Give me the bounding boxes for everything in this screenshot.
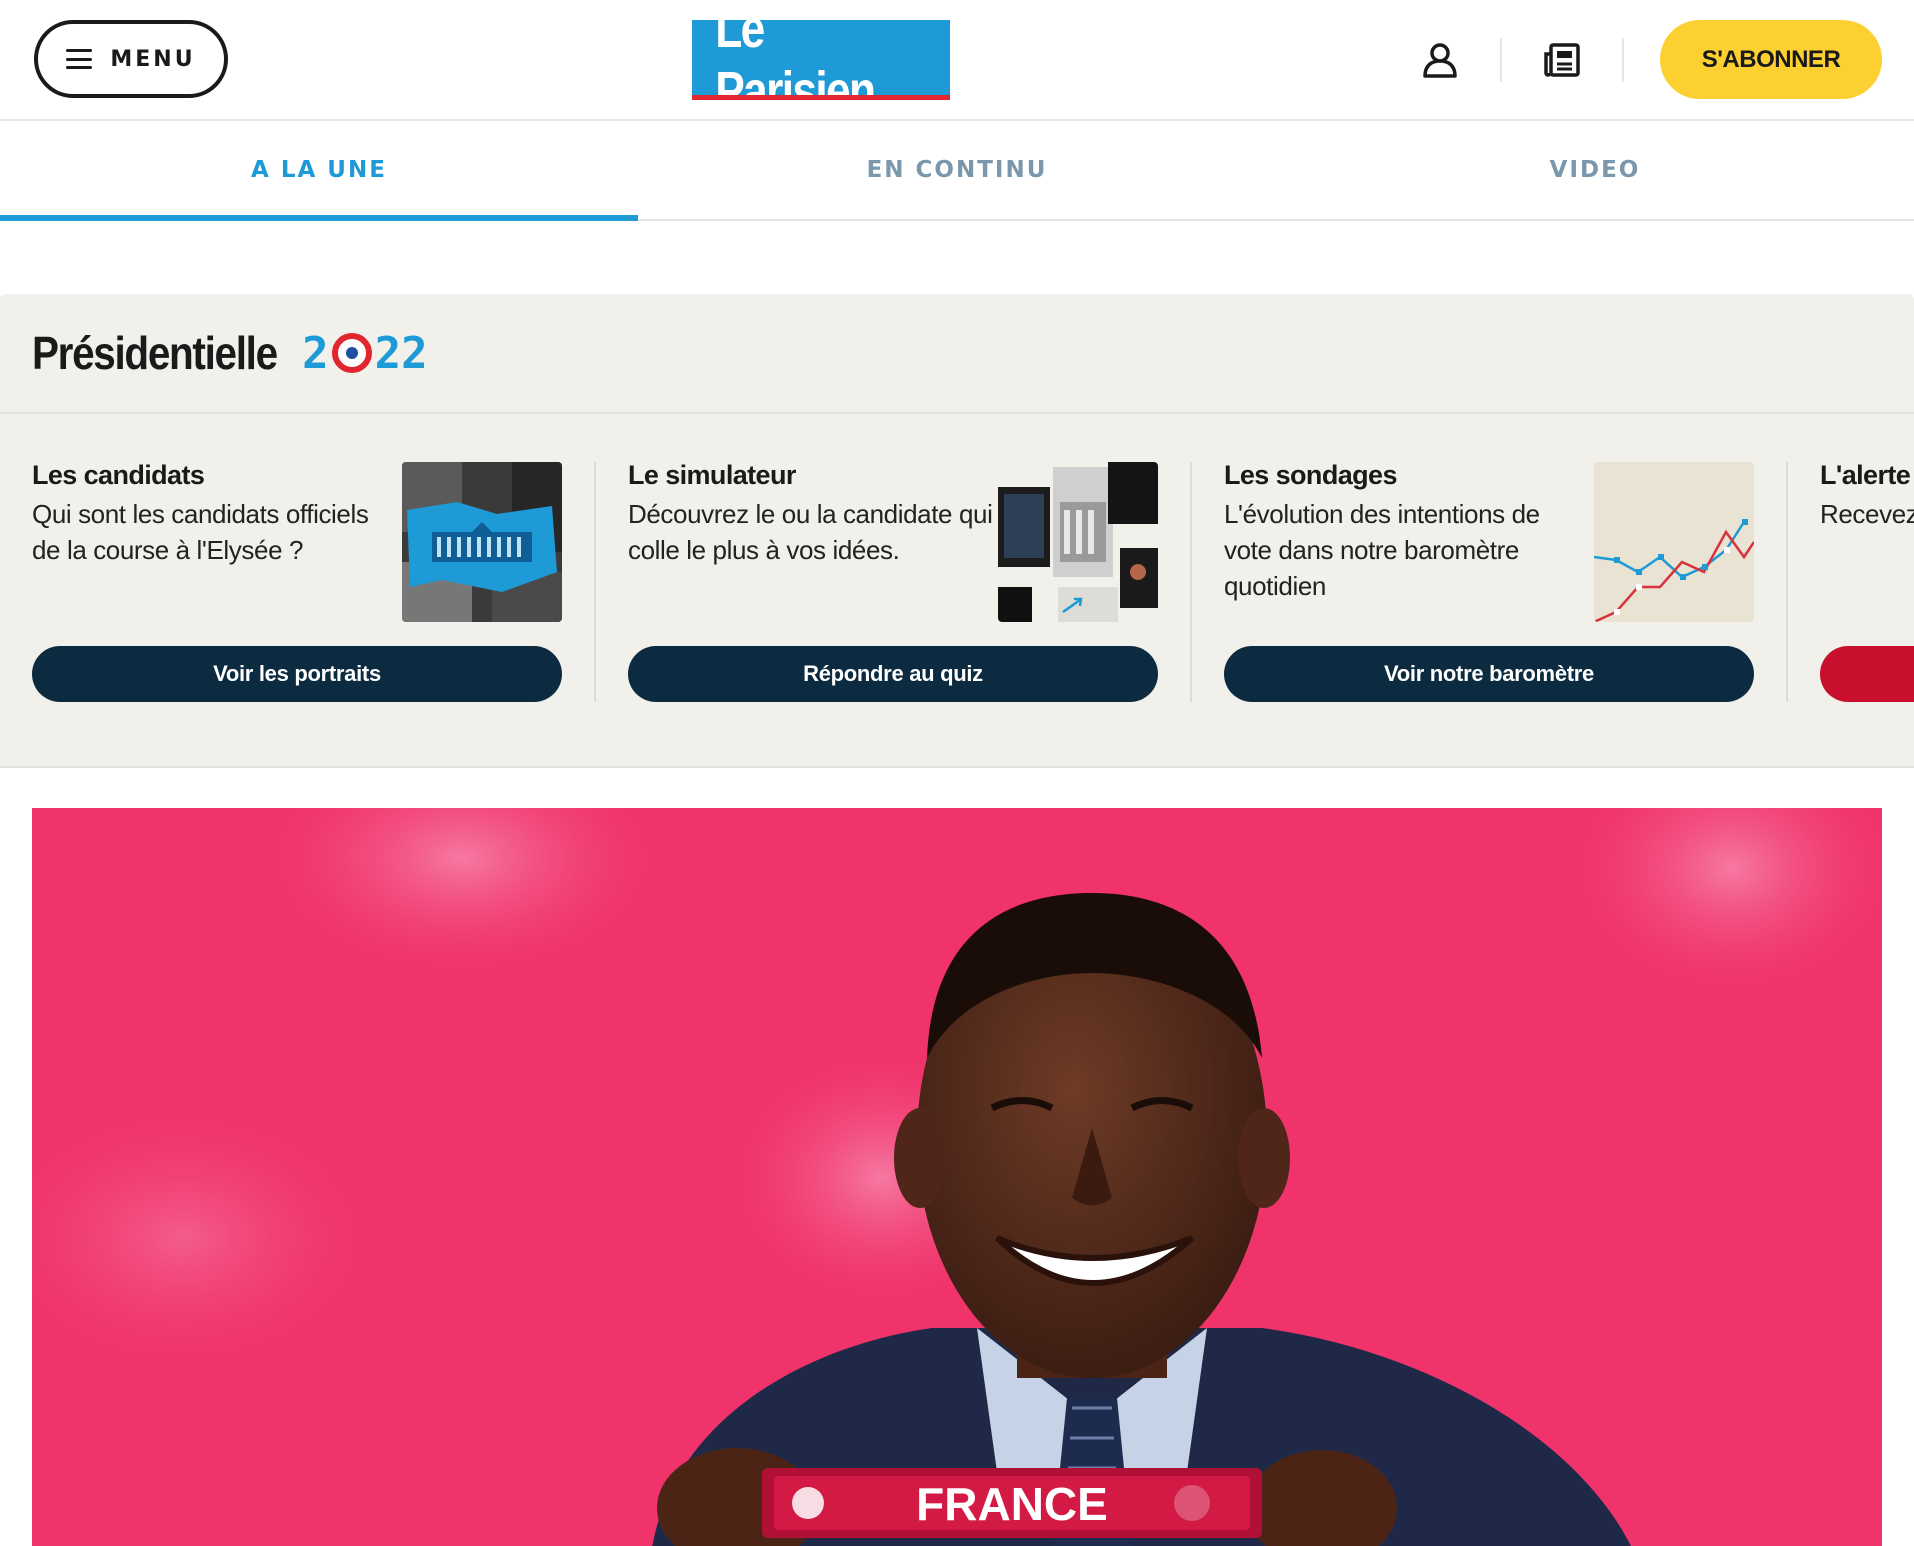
card-title: Les candidats	[32, 460, 205, 490]
card-candidats: Les candidats Qui sont les candidats off…	[0, 414, 596, 766]
candidats-thumbnail[interactable]	[402, 462, 562, 622]
card-description: Découvrez le ou la candidate qui colle l…	[628, 499, 993, 565]
logo-text: Le Parisien	[715, 0, 876, 121]
presidential-year: 2 22	[302, 327, 428, 379]
menu-label: MENU	[110, 46, 196, 72]
site-logo[interactable]: Le Parisien	[692, 0, 950, 121]
menu-button[interactable]: MENU	[34, 20, 228, 98]
presidential-cards: Les candidats Qui sont les candidats off…	[0, 414, 1914, 766]
voir-portraits-button[interactable]: Voir les portraits	[32, 646, 562, 702]
card-title: L'alerte r	[1820, 460, 1914, 490]
repondre-quiz-button[interactable]: Répondre au quiz	[628, 646, 1158, 702]
voir-barometre-button[interactable]: Voir notre baromètre	[1224, 646, 1754, 702]
tab-en-continu[interactable]: EN CONTINU	[638, 121, 1276, 219]
card-simulateur: Le simulateur Découvrez le ou la candida…	[596, 414, 1192, 766]
presidential-header: Présidentielle 2 22	[0, 294, 1914, 414]
hero-image[interactable]: FRANCE	[32, 808, 1882, 1546]
sondages-thumbnail[interactable]	[1594, 462, 1754, 622]
card-alerte: L'alerte r Recevez votre bo	[1788, 414, 1914, 766]
hero-banner-text: FRANCE	[916, 1478, 1108, 1530]
section-tabs: A LA UNE EN CONTINU VIDEO	[0, 121, 1914, 221]
site-header: MENU Le Parisien S'ABONNER	[0, 0, 1914, 121]
newspaper-icon[interactable]	[1538, 36, 1586, 84]
tab-video[interactable]: VIDEO	[1276, 121, 1914, 219]
subscribe-button[interactable]: S'ABONNER	[1660, 20, 1882, 99]
alerte-button[interactable]	[1820, 646, 1914, 702]
hamburger-icon	[66, 49, 93, 69]
presidential-title: Présidentielle	[32, 327, 278, 379]
card-description: Recevez votre bo	[1820, 499, 1914, 529]
user-icon[interactable]	[1416, 36, 1464, 84]
simulateur-thumbnail[interactable]	[998, 462, 1158, 622]
presidential-block: Présidentielle 2 22 Les candidats Qui so…	[0, 294, 1914, 768]
tab-a-la-une[interactable]: A LA UNE	[0, 121, 638, 221]
card-title: Les sondages	[1224, 460, 1397, 490]
card-sondages: Les sondages L'évolution des intentions …	[1192, 414, 1788, 766]
card-description: Qui sont les candidats officiels de la c…	[32, 499, 369, 565]
cockade-icon	[331, 333, 372, 373]
card-title: Le simulateur	[628, 460, 796, 490]
card-description: L'évolution des intentions de vote dans …	[1224, 499, 1540, 601]
